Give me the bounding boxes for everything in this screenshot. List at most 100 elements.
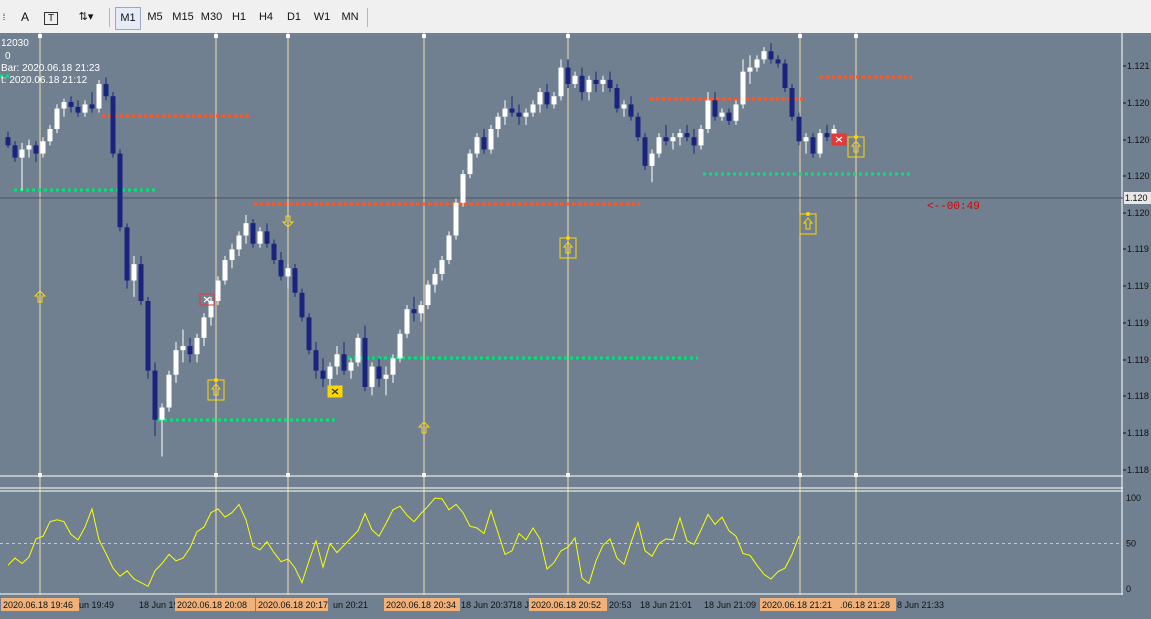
candle-body xyxy=(635,116,641,138)
candle xyxy=(425,280,431,310)
candle-body xyxy=(481,137,487,150)
candle-body xyxy=(166,374,172,408)
candle-body xyxy=(719,112,725,117)
timeframe-m1[interactable]: M1 xyxy=(115,7,141,30)
time-label: 18 J xyxy=(512,600,529,610)
timeframe-m30[interactable]: M30 xyxy=(199,7,224,28)
candle-body xyxy=(215,280,221,301)
candle xyxy=(635,112,641,142)
candle-body xyxy=(565,67,571,84)
candle xyxy=(817,129,823,158)
text-t-icon[interactable]: T xyxy=(42,7,60,28)
time-label: 18 Jun 21:01 xyxy=(640,600,692,610)
candle-body xyxy=(159,407,165,420)
candle-body xyxy=(495,116,501,129)
price-label: 1.118 xyxy=(1127,428,1149,438)
time-label: 20:53 xyxy=(609,600,632,610)
candle-body xyxy=(369,366,375,387)
info-line-1: 12030 xyxy=(1,38,29,49)
osc-axis-label: 0 xyxy=(1126,584,1131,594)
time-marker-handle xyxy=(422,34,426,38)
timeframe-m15[interactable]: M15 xyxy=(171,7,195,28)
time-label: 2020.06.18 20:17 xyxy=(258,600,328,610)
exit-marker xyxy=(327,385,343,398)
candle-body xyxy=(754,59,760,68)
candle xyxy=(124,223,130,289)
candle-body xyxy=(222,260,228,281)
timeframe-h1[interactable]: H1 xyxy=(228,7,250,28)
candle-body xyxy=(180,346,186,351)
candle xyxy=(397,329,403,363)
time-marker-handle xyxy=(286,34,290,38)
candle-body xyxy=(376,366,382,379)
signal-dot xyxy=(854,135,858,139)
time-label: 2020.06.18 19:46 xyxy=(3,600,73,610)
candle-body xyxy=(348,362,354,371)
candle xyxy=(789,83,795,121)
candle-body xyxy=(572,75,578,84)
candle-body xyxy=(355,337,361,363)
arrows-icon[interactable]: ⇅▾ xyxy=(72,7,100,28)
candle xyxy=(166,370,172,412)
candle-body xyxy=(47,129,53,142)
candle-body xyxy=(768,51,774,60)
candle xyxy=(446,231,452,265)
candle xyxy=(453,198,459,240)
timeframe-w1[interactable]: W1 xyxy=(311,7,333,28)
timeframe-d1[interactable]: D1 xyxy=(283,7,305,28)
candle-body xyxy=(712,100,718,117)
candle-body xyxy=(194,337,200,355)
candle-body xyxy=(663,137,669,142)
info-line-4: t: 2020.06.18 21:12 xyxy=(1,75,88,86)
candle-body xyxy=(334,354,340,367)
time-label: 2020.06.18 20:34 xyxy=(386,600,456,610)
time-marker-handle xyxy=(566,34,570,38)
candle-body xyxy=(208,301,214,318)
candle xyxy=(355,333,361,367)
candle xyxy=(642,133,648,170)
time-marker-handle xyxy=(854,473,858,477)
time-label: un 20:21 xyxy=(333,600,368,610)
price-label: 1.120 xyxy=(1127,98,1150,108)
candle-body xyxy=(509,108,515,113)
menu-f-icon[interactable]: ⁞ xyxy=(0,7,8,28)
time-marker-handle xyxy=(798,34,802,38)
candle-body xyxy=(614,88,620,109)
candle-body xyxy=(740,71,746,105)
signal-dot xyxy=(566,236,570,240)
candle xyxy=(117,149,123,232)
info-line-2: 0 xyxy=(5,51,11,62)
candle xyxy=(292,264,298,297)
timeframe-mn[interactable]: MN xyxy=(339,7,361,28)
candle-body xyxy=(537,92,543,105)
candle-body xyxy=(558,67,564,97)
candle-body xyxy=(5,137,11,146)
candle-body xyxy=(68,101,74,107)
price-label: 1.119 xyxy=(1127,281,1149,291)
timeframe-h4[interactable]: H4 xyxy=(255,7,277,28)
candle-body xyxy=(40,141,46,154)
candle-body xyxy=(782,63,788,89)
candle-body xyxy=(747,67,753,72)
candle-body xyxy=(446,235,452,261)
candle-body xyxy=(698,129,704,146)
candle-body xyxy=(432,273,438,285)
candle-body xyxy=(684,133,690,138)
price-chart[interactable]: 12030 0 Bar: 2020.06.18 21:23 t: 2020.06… xyxy=(0,33,1151,619)
candle-body xyxy=(796,116,802,142)
timeframe-m5[interactable]: M5 xyxy=(144,7,166,28)
candle xyxy=(404,305,410,338)
price-label: 1.120 xyxy=(1127,208,1150,218)
candle-body xyxy=(649,153,655,166)
text-a-icon[interactable]: A xyxy=(16,7,34,28)
candle-body xyxy=(26,145,32,150)
time-marker-handle xyxy=(214,473,218,477)
candle-body xyxy=(586,79,592,93)
candle-body xyxy=(61,101,67,109)
candle-body xyxy=(621,104,627,109)
candle-body xyxy=(131,264,137,281)
time-marker-handle xyxy=(854,34,858,38)
candle-body xyxy=(523,112,529,117)
candle-body xyxy=(285,268,291,277)
candle xyxy=(467,149,473,179)
